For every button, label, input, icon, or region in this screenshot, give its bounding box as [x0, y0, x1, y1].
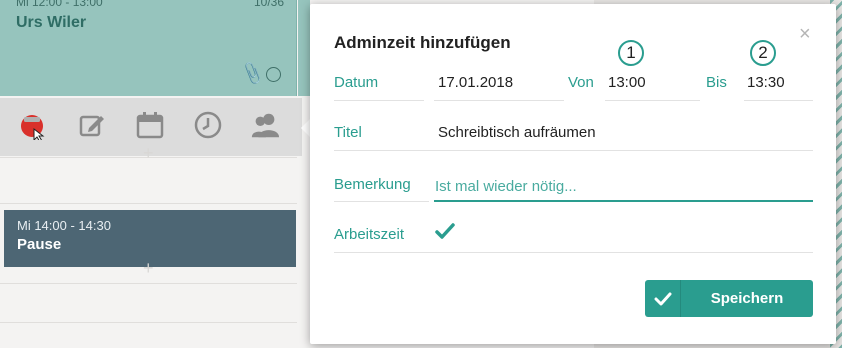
record-icon[interactable]: [17, 110, 47, 140]
from-label: Von: [568, 74, 594, 91]
edit-icon[interactable]: [77, 110, 107, 140]
worktime-checkbox[interactable]: [435, 222, 455, 242]
date-label: Datum: [334, 74, 379, 91]
to-underline: [744, 100, 813, 101]
date-underline: [434, 100, 564, 101]
to-time-field[interactable]: 13:30: [747, 74, 785, 91]
from-underline: [605, 100, 700, 101]
check-icon: [645, 280, 681, 317]
users-icon[interactable]: [250, 110, 280, 140]
event-count: 10/36: [253, 0, 284, 9]
from-time-field[interactable]: 13:00: [608, 74, 646, 91]
worktime-underline: [334, 252, 813, 253]
close-icon[interactable]: ×: [799, 23, 811, 46]
title-label: Titel: [334, 124, 362, 141]
save-label: Speichern: [710, 290, 784, 307]
pause-time: Mi 14:00 - 14:30: [17, 218, 111, 233]
attachment-icon[interactable]: 📎: [239, 61, 266, 87]
date-field[interactable]: 17.01.2018: [438, 74, 513, 91]
calendar-icon[interactable]: [135, 110, 165, 140]
calendar-column-strip: [298, 0, 310, 96]
status-circle-icon[interactable]: [266, 67, 281, 82]
event-time: Mi 12:00 - 13:00: [16, 0, 103, 9]
clock-icon[interactable]: [193, 110, 223, 140]
checkmark-icon: [435, 223, 455, 239]
calendar-event-card[interactable]: Mi 12:00 - 13:00 10/36 Urs Wiler 📎: [0, 0, 297, 96]
title-underline: [334, 150, 813, 151]
pause-name: Pause: [17, 236, 62, 253]
worktime-label: Arbeitszeit: [334, 226, 405, 243]
admin-time-dialog: Adminzeit hinzufügen × Datum 17.01.2018 …: [310, 4, 836, 344]
remark-label-underline: [334, 201, 429, 202]
add-slot-icon[interactable]: +: [143, 143, 154, 164]
annotation-badge-1: 1: [618, 40, 644, 66]
dialog-title: Adminzeit hinzufügen: [334, 33, 511, 52]
event-name: Urs Wiler: [16, 14, 87, 31]
calendar-gridline: [0, 283, 297, 284]
remark-active-underline: [434, 200, 813, 202]
calendar-gridline: [0, 203, 297, 204]
title-field[interactable]: Schreibtisch aufräumen: [438, 124, 596, 141]
save-button[interactable]: Speichern: [645, 280, 813, 317]
add-slot-icon[interactable]: +: [143, 258, 154, 279]
remark-input[interactable]: [435, 174, 813, 198]
to-label: Bis: [706, 74, 727, 91]
calendar-gridline: [0, 322, 297, 323]
annotation-badge-2: 2: [750, 40, 776, 66]
row-underline: [334, 100, 424, 101]
remark-label: Bemerkung: [334, 176, 411, 193]
